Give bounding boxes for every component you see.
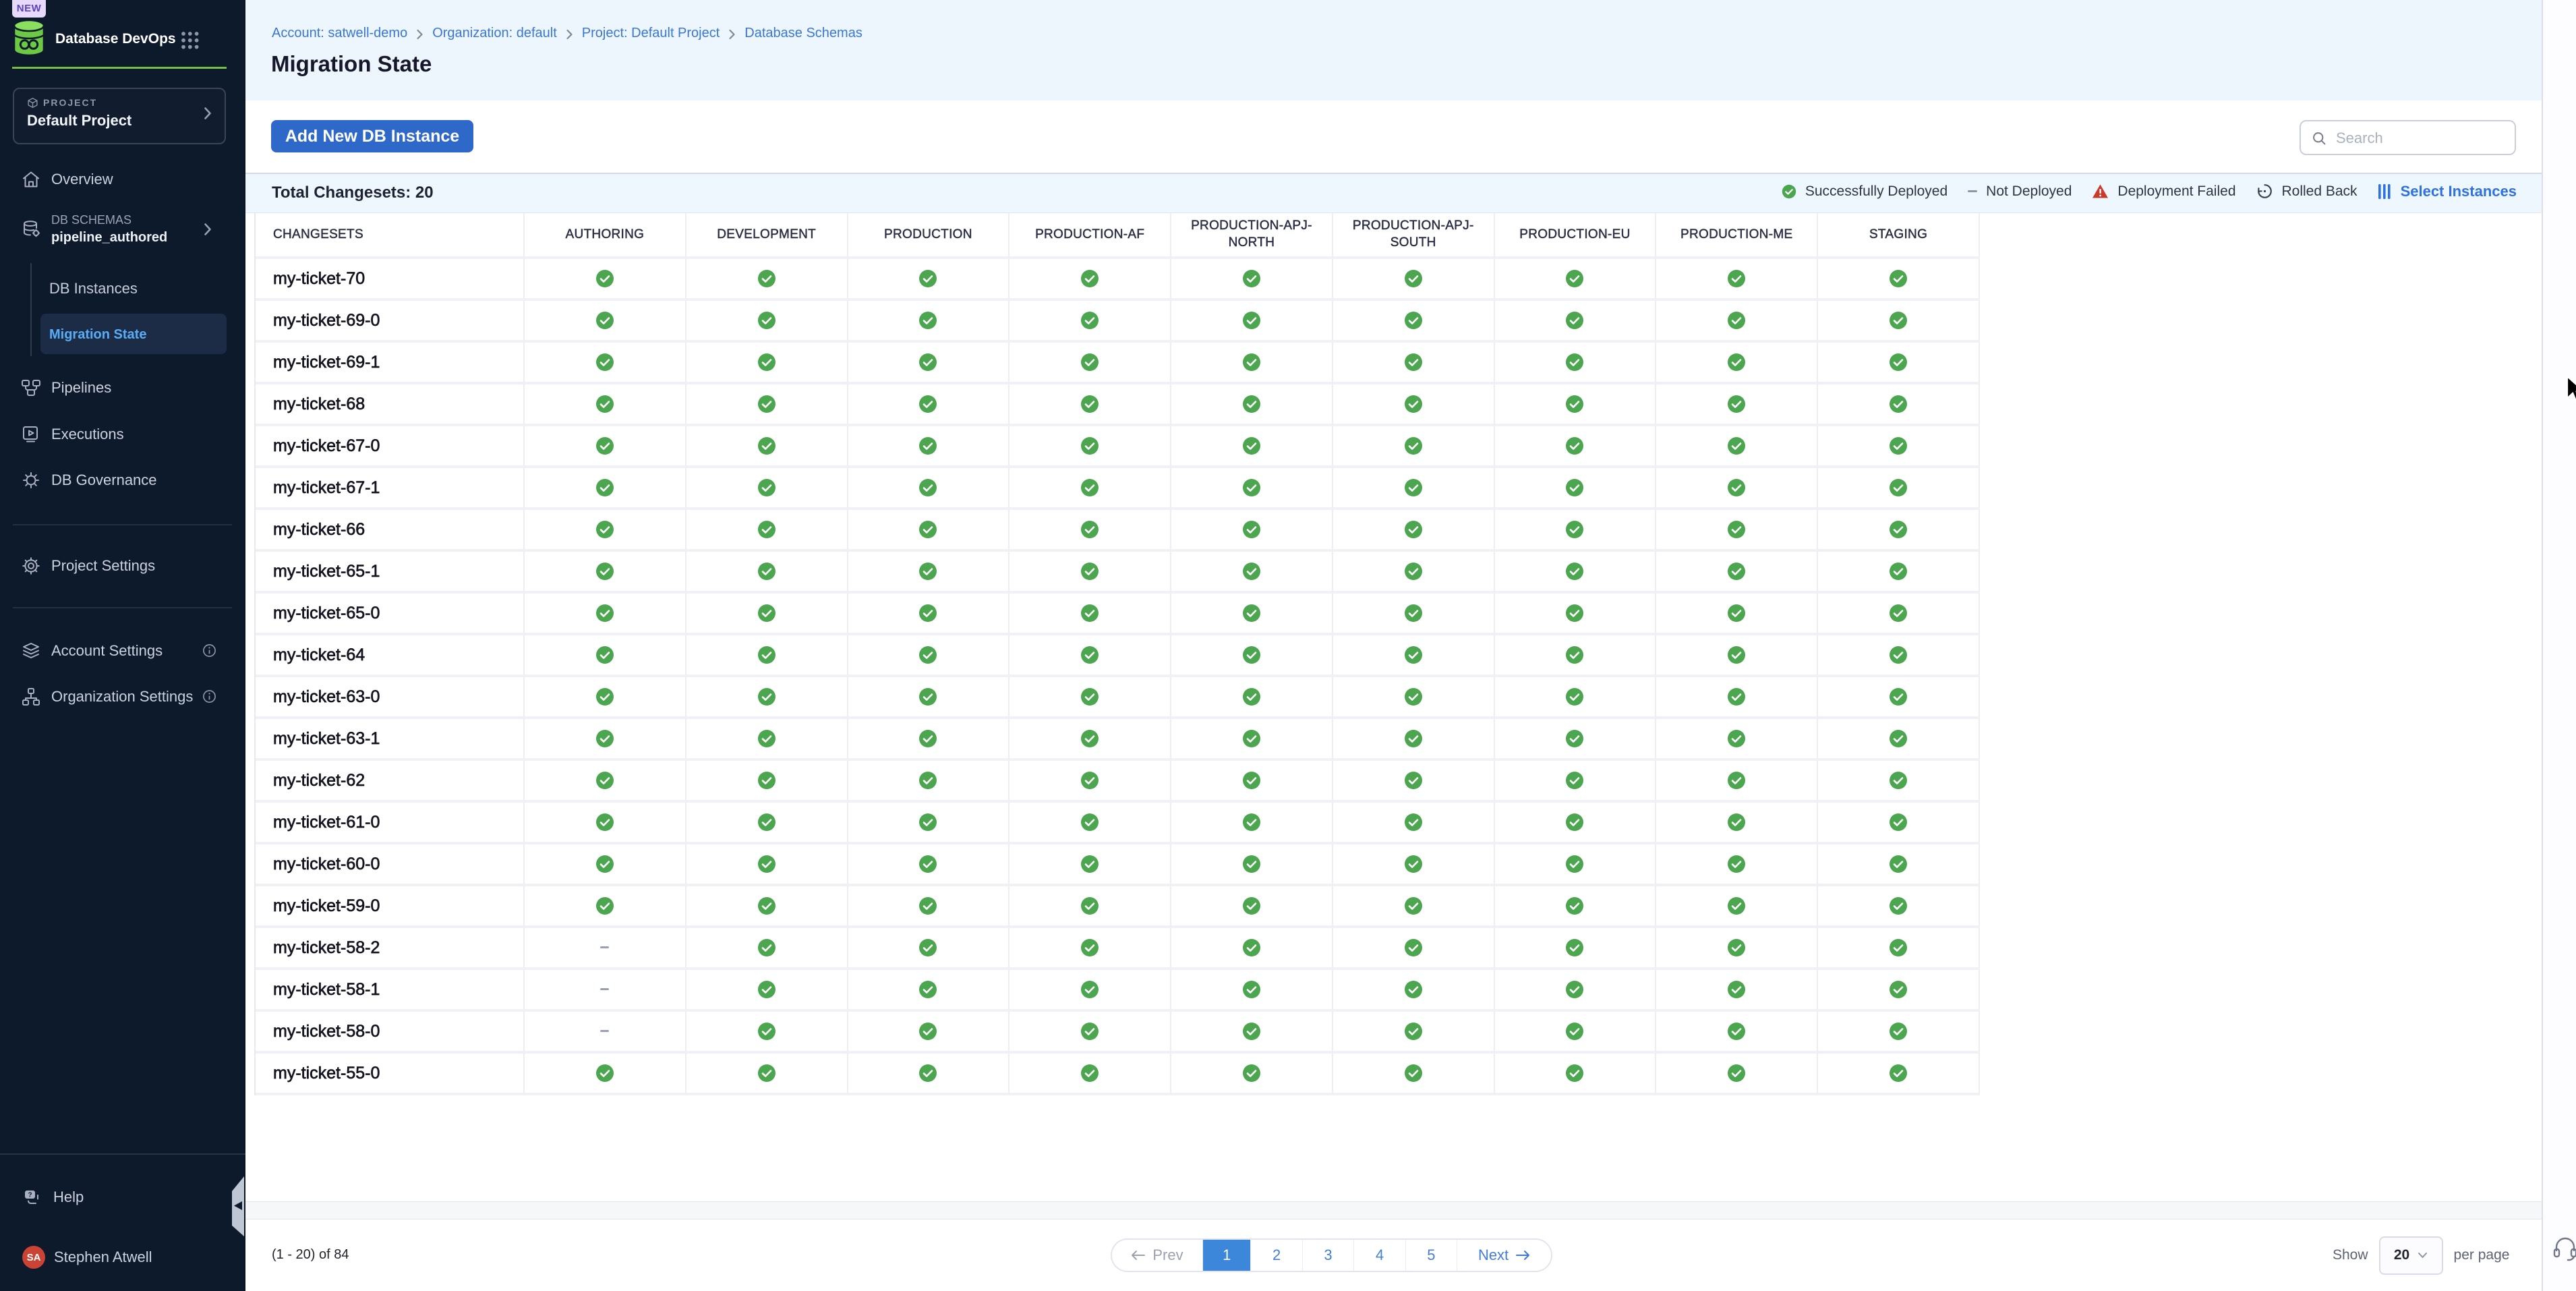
svg-text:?: ? (28, 1192, 32, 1199)
